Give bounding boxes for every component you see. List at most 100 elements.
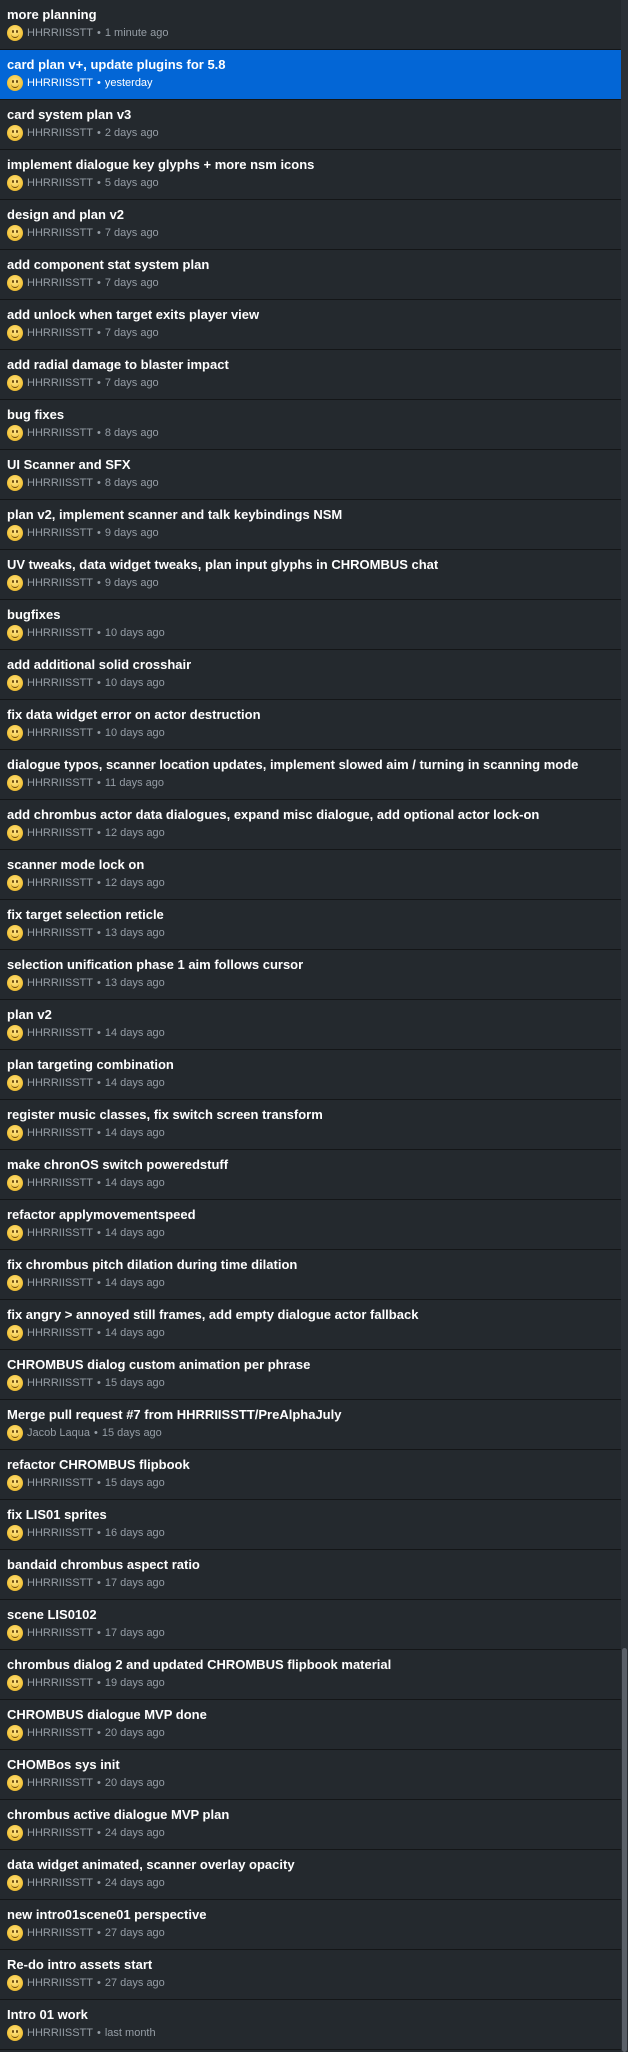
commit-byline: HHRRIISSTT • 8 days ago: [7, 475, 159, 491]
commit-item[interactable]: dialogue typos, scanner location updates…: [0, 750, 621, 800]
commit-item[interactable]: card system plan v3 HHRRIISSTT • 2 days ago: [0, 100, 621, 150]
bullet-separator: •: [94, 1427, 98, 1439]
commit-time: 17 days ago: [104, 1577, 165, 1589]
commit-summary: fix angry > annoyed still frames, add em…: [7, 1307, 419, 1322]
commit-byline: HHRRIISSTT • 7 days ago: [7, 325, 159, 341]
commit-time: 12 days ago: [104, 877, 165, 889]
commit-item[interactable]: plan v2 HHRRIISSTT • 14 days ago: [0, 1000, 621, 1050]
commit-item[interactable]: selection unification phase 1 aim follow…: [0, 950, 621, 1000]
bullet-separator: •: [97, 1027, 101, 1039]
commit-item[interactable]: add unlock when target exits player view…: [0, 300, 621, 350]
commit-time: 1 minute ago: [104, 27, 169, 39]
commit-summary: bandaid chrombus aspect ratio: [7, 1557, 200, 1572]
commit-author: HHRRIISSTT: [27, 127, 93, 139]
commit-item[interactable]: implement dialogue key glyphs + more nsm…: [0, 150, 621, 200]
commit-time: 7 days ago: [104, 227, 159, 239]
smiley-avatar-icon: [7, 275, 23, 291]
commit-item[interactable]: CHROMBUS dialogue MVP done HHRRIISSTT • 20 …: [0, 1700, 621, 1750]
commit-time: 9 days ago: [104, 527, 159, 539]
smiley-avatar-icon: [7, 1975, 23, 1991]
commit-time: 27 days ago: [104, 1927, 165, 1939]
commit-item[interactable]: make chronOS switch poweredstuff HHRRIISS…: [0, 1150, 621, 1200]
commit-byline: HHRRIISSTT • 27 days ago: [7, 1925, 165, 1941]
bullet-separator: •: [97, 227, 101, 239]
commit-item[interactable]: fix chrombus pitch dilation during time …: [0, 1250, 621, 1300]
smiley-avatar-icon: [7, 125, 23, 141]
smiley-avatar-icon: [7, 1125, 23, 1141]
commit-author: HHRRIISSTT: [27, 727, 93, 739]
smiley-avatar-icon: [7, 1225, 23, 1241]
commit-item[interactable]: Re-do intro assets start HHRRIISSTT • 27 da…: [0, 1950, 621, 2000]
commit-author: HHRRIISSTT: [27, 927, 93, 939]
bullet-separator: •: [97, 1177, 101, 1189]
commit-time: 16 days ago: [104, 1527, 165, 1539]
commit-item[interactable]: Intro 01 work HHRRIISSTT • last month: [0, 2000, 621, 2050]
commit-author: HHRRIISSTT: [27, 77, 93, 89]
commit-item[interactable]: fix LIS01 sprites HHRRIISSTT • 16 days ago: [0, 1500, 621, 1550]
commit-item[interactable]: fix angry > annoyed still frames, add em…: [0, 1300, 621, 1350]
commit-item[interactable]: bandaid chrombus aspect ratio HHRRIISSTT •…: [0, 1550, 621, 1600]
commit-summary: plan v2: [7, 1007, 52, 1022]
commit-item[interactable]: add chrombus actor data dialogues, expan…: [0, 800, 621, 850]
commit-item[interactable]: refactor applymovementspeed HHRRIISSTT • 14…: [0, 1200, 621, 1250]
commit-summary: CHOMBos sys init: [7, 1757, 120, 1772]
scrollbar-thumb[interactable]: [622, 1648, 627, 2052]
bullet-separator: •: [97, 1277, 101, 1289]
commit-byline: HHRRIISSTT • last month: [7, 2025, 156, 2041]
commit-author: HHRRIISSTT: [27, 527, 93, 539]
commit-author: HHRRIISSTT: [27, 327, 93, 339]
bullet-separator: •: [97, 1927, 101, 1939]
commit-author: HHRRIISSTT: [27, 177, 93, 189]
commit-time: 14 days ago: [104, 1177, 165, 1189]
commit-byline: HHRRIISSTT • 12 days ago: [7, 825, 165, 841]
bullet-separator: •: [97, 1377, 101, 1389]
bullet-separator: •: [97, 377, 101, 389]
commit-summary: Intro 01 work: [7, 2007, 88, 2022]
commit-item[interactable]: data widget animated, scanner overlay op…: [0, 1850, 621, 1900]
commit-summary: Merge pull request #7 from HHRRIISSTT/Pr…: [7, 1407, 342, 1422]
commit-item[interactable]: bugfixes HHRRIISSTT • 10 days ago: [0, 600, 621, 650]
commit-item[interactable]: chrombus active dialogue MVP plan HHRRIIS…: [0, 1800, 621, 1850]
commit-byline: HHRRIISSTT • 20 days ago: [7, 1775, 165, 1791]
commit-time: 15 days ago: [104, 1377, 165, 1389]
commit-item[interactable]: bug fixes HHRRIISSTT • 8 days ago: [0, 400, 621, 450]
commit-author: HHRRIISSTT: [27, 1777, 93, 1789]
smiley-avatar-icon: [7, 1375, 23, 1391]
commit-author: HHRRIISSTT: [27, 27, 93, 39]
commit-item[interactable]: Merge pull request #7 from HHRRIISSTT/Pr…: [0, 1400, 621, 1450]
commit-item[interactable]: UV tweaks, data widget tweaks, plan inpu…: [0, 550, 621, 600]
smiley-avatar-icon: [7, 375, 23, 391]
commit-item[interactable]: UI Scanner and SFX HHRRIISSTT • 8 days ago: [0, 450, 621, 500]
commit-item[interactable]: add radial damage to blaster impact HHRRI…: [0, 350, 621, 400]
commit-byline: HHRRIISSTT • 10 days ago: [7, 675, 165, 691]
commit-item[interactable]: new intro01scene01 perspective HHRRIISSTT…: [0, 1900, 621, 1950]
commit-item[interactable]: scanner mode lock on HHRRIISSTT • 12 days a…: [0, 850, 621, 900]
commit-item[interactable]: scene LIS0102 HHRRIISSTT • 17 days ago: [0, 1600, 621, 1650]
commit-item[interactable]: add additional solid crosshair HHRRIISSTT…: [0, 650, 621, 700]
commit-item[interactable]: more planning HHRRIISSTT • 1 minute ago: [0, 0, 621, 50]
smiley-avatar-icon: [7, 1875, 23, 1891]
commit-item[interactable]: fix target selection reticle HHRRIISSTT • 1…: [0, 900, 621, 950]
commit-time: 8 days ago: [104, 427, 159, 439]
commit-time: 17 days ago: [104, 1627, 165, 1639]
bullet-separator: •: [97, 977, 101, 989]
commit-item[interactable]: CHROMBUS dialog custom animation per phr…: [0, 1350, 621, 1400]
commit-item[interactable]: fix data widget error on actor destructi…: [0, 700, 621, 750]
commit-summary: add component stat system plan: [7, 257, 210, 272]
commit-summary: implement dialogue key glyphs + more nsm…: [7, 157, 315, 172]
commit-item[interactable]: chrombus dialog 2 and updated CHROMBUS f…: [0, 1650, 621, 1700]
commit-item[interactable]: plan v2, implement scanner and talk keyb…: [0, 500, 621, 550]
commit-item[interactable]: add component stat system plan HHRRIISSTT…: [0, 250, 621, 300]
commit-byline: HHRRIISSTT • 14 days ago: [7, 1225, 165, 1241]
commit-byline: HHRRIISSTT • 10 days ago: [7, 625, 165, 641]
commit-item[interactable]: design and plan v2 HHRRIISSTT • 7 days ago: [0, 200, 621, 250]
commit-item[interactable]: plan targeting combination HHRRIISSTT • 14 …: [0, 1050, 621, 1100]
commit-item[interactable]: CHOMBos sys init HHRRIISSTT • 20 days ago: [0, 1750, 621, 1800]
commit-summary: chrombus active dialogue MVP plan: [7, 1807, 230, 1822]
commit-summary: refactor applymovementspeed: [7, 1207, 196, 1222]
bullet-separator: •: [97, 827, 101, 839]
commit-item[interactable]: register music classes, fix switch scree…: [0, 1100, 621, 1150]
commit-item[interactable]: card plan v+, update plugins for 5.8 HHRR…: [0, 50, 621, 100]
commit-item[interactable]: refactor CHROMBUS flipbook HHRRIISSTT • 15 …: [0, 1450, 621, 1500]
bullet-separator: •: [97, 127, 101, 139]
